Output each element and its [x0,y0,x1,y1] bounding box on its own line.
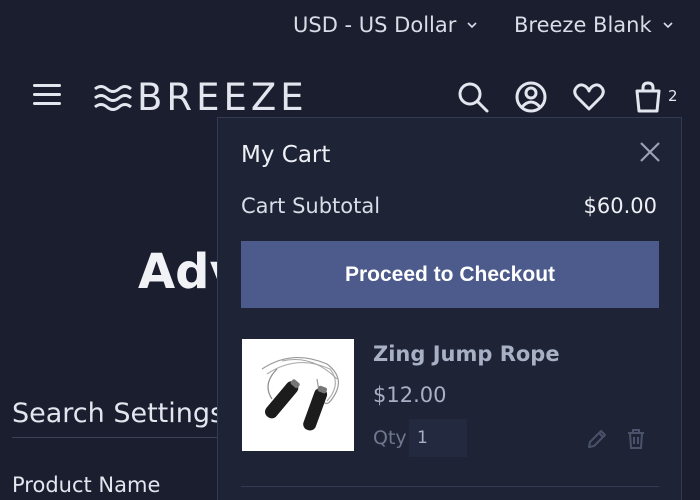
logo-text: BREEZE [137,76,308,119]
product-thumbnail[interactable] [242,339,354,451]
cart-item-price: $12.00 [373,383,447,407]
jump-rope-image [261,356,339,431]
waves-icon [94,85,132,111]
pencil-icon[interactable] [585,427,609,451]
qty-label: Qty [373,427,407,449]
search-icon[interactable] [456,80,490,114]
account-icon[interactable] [514,80,548,114]
heart-icon[interactable] [572,80,606,114]
chevron-down-icon [663,22,673,29]
cart-title: My Cart [241,142,331,168]
divider [12,437,222,438]
top-bar: USD - US Dollar Breeze Blank [0,0,700,56]
currency-label: USD - US Dollar [293,13,457,37]
site-header: BREEZE 2 [0,72,700,122]
store-switcher[interactable]: Breeze Blank [514,13,674,37]
close-icon[interactable] [638,140,662,164]
mini-cart-panel: My Cart Cart Subtotal $60.00 Proceed to … [217,117,682,500]
menu-icon[interactable] [33,84,61,108]
product-name-label: Product Name [12,473,161,497]
site-logo[interactable]: BREEZE [93,78,308,118]
subtotal-value: $60.00 [583,194,657,218]
currency-switcher[interactable]: USD - US Dollar [293,13,478,37]
subtotal-label: Cart Subtotal [241,194,381,218]
qty-input[interactable] [409,419,467,457]
chevron-down-icon [467,22,477,29]
bag-icon[interactable] [631,80,665,114]
divider [241,486,659,487]
store-label: Breeze Blank [514,13,652,37]
cart-item-name[interactable]: Zing Jump Rope [373,342,560,366]
page: USD - US Dollar Breeze Blank BREEZE 2 Ad… [0,0,700,500]
search-settings-heading: Search Settings [12,398,225,429]
cart-count-badge: 2 [668,87,678,105]
trash-icon[interactable] [624,427,648,451]
proceed-to-checkout-button[interactable]: Proceed to Checkout [241,241,659,308]
